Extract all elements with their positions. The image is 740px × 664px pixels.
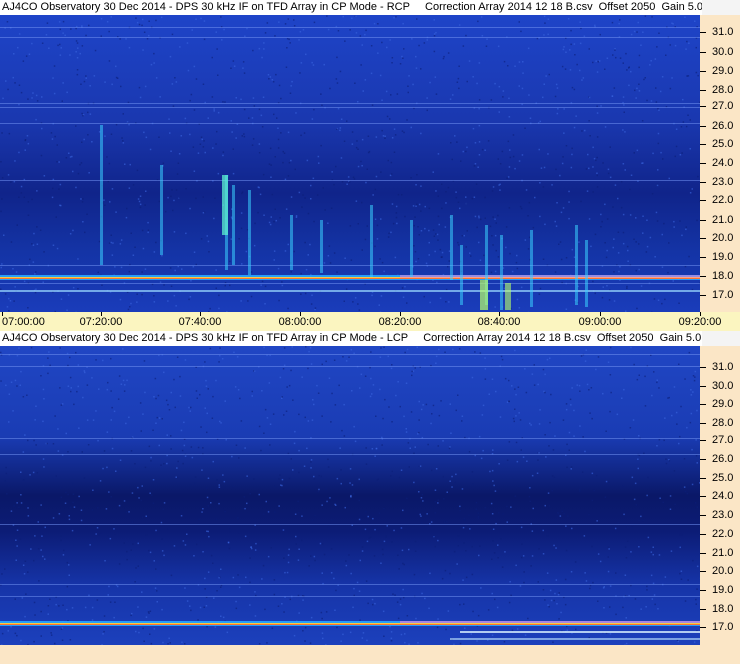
- freq-label: 26.0: [712, 120, 734, 132]
- freq-label: 17.0: [712, 289, 734, 301]
- freq-label: 19.0: [712, 251, 734, 263]
- lcp-spectrogram: [0, 346, 700, 645]
- lcp-frequency-axis: 31.0 30.0 29.0 28.0 27.0 26.0 25.0 24.0 …: [700, 346, 740, 645]
- freq-label: 21.0: [712, 547, 734, 559]
- freq-label: 20.0: [712, 232, 734, 244]
- time-label: 07:20:00: [79, 316, 123, 328]
- rcp-spectrogram: [0, 15, 700, 312]
- freq-label: 27.0: [712, 434, 734, 446]
- lcp-panel: AJ4CO Observatory 30 Dec 2014 - DPS 30 k…: [0, 331, 740, 664]
- time-label: 09:00:00: [578, 316, 622, 328]
- lcp-title: AJ4CO Observatory 30 Dec 2014 - DPS 30 k…: [0, 331, 702, 346]
- time-label: 07:00:00: [2, 316, 45, 328]
- time-label: 07:40:00: [178, 316, 222, 328]
- freq-label: 25.0: [712, 138, 734, 150]
- rcp-title: AJ4CO Observatory 30 Dec 2014 - DPS 30 k…: [0, 0, 702, 15]
- rcp-panel: AJ4CO Observatory 30 Dec 2014 - DPS 30 k…: [0, 0, 740, 331]
- freq-label: 18.0: [712, 270, 734, 282]
- lcp-spectrogram-image: [0, 346, 700, 645]
- freq-label: 23.0: [712, 176, 734, 188]
- rcp-frequency-axis: 31.0 30.0 29.0 28.0 27.0 26.0 25.0 24.0 …: [700, 15, 740, 312]
- time-label: 08:20:00: [378, 316, 422, 328]
- freq-label: 27.0: [712, 100, 734, 112]
- bottom-strip: [0, 645, 740, 664]
- time-label: 08:40:00: [477, 316, 521, 328]
- freq-label: 22.0: [712, 194, 734, 206]
- freq-label: 31.0: [712, 26, 734, 38]
- time-label: 08:00:00: [278, 316, 322, 328]
- freq-label: 22.0: [712, 528, 734, 540]
- freq-label: 30.0: [712, 46, 734, 58]
- freq-label: 30.0: [712, 380, 734, 392]
- freq-label: 17.0: [712, 621, 734, 633]
- rcp-spectrogram-image: [0, 15, 700, 312]
- freq-label: 19.0: [712, 584, 734, 596]
- freq-label: 23.0: [712, 509, 734, 521]
- freq-label: 24.0: [712, 490, 734, 502]
- freq-label: 25.0: [712, 472, 734, 484]
- freq-label: 21.0: [712, 214, 734, 226]
- time-axis: 07:00:00 07:20:00 07:40:00 08:00:00 08:2…: [0, 312, 740, 331]
- freq-label: 26.0: [712, 453, 734, 465]
- freq-label: 29.0: [712, 398, 734, 410]
- freq-label: 28.0: [712, 84, 734, 96]
- freq-label: 20.0: [712, 565, 734, 577]
- freq-label: 29.0: [712, 65, 734, 77]
- freq-label: 28.0: [712, 417, 734, 429]
- freq-label: 24.0: [712, 157, 734, 169]
- freq-label: 31.0: [712, 361, 734, 373]
- time-label: 09:20:00: [678, 316, 722, 328]
- freq-label: 18.0: [712, 603, 734, 615]
